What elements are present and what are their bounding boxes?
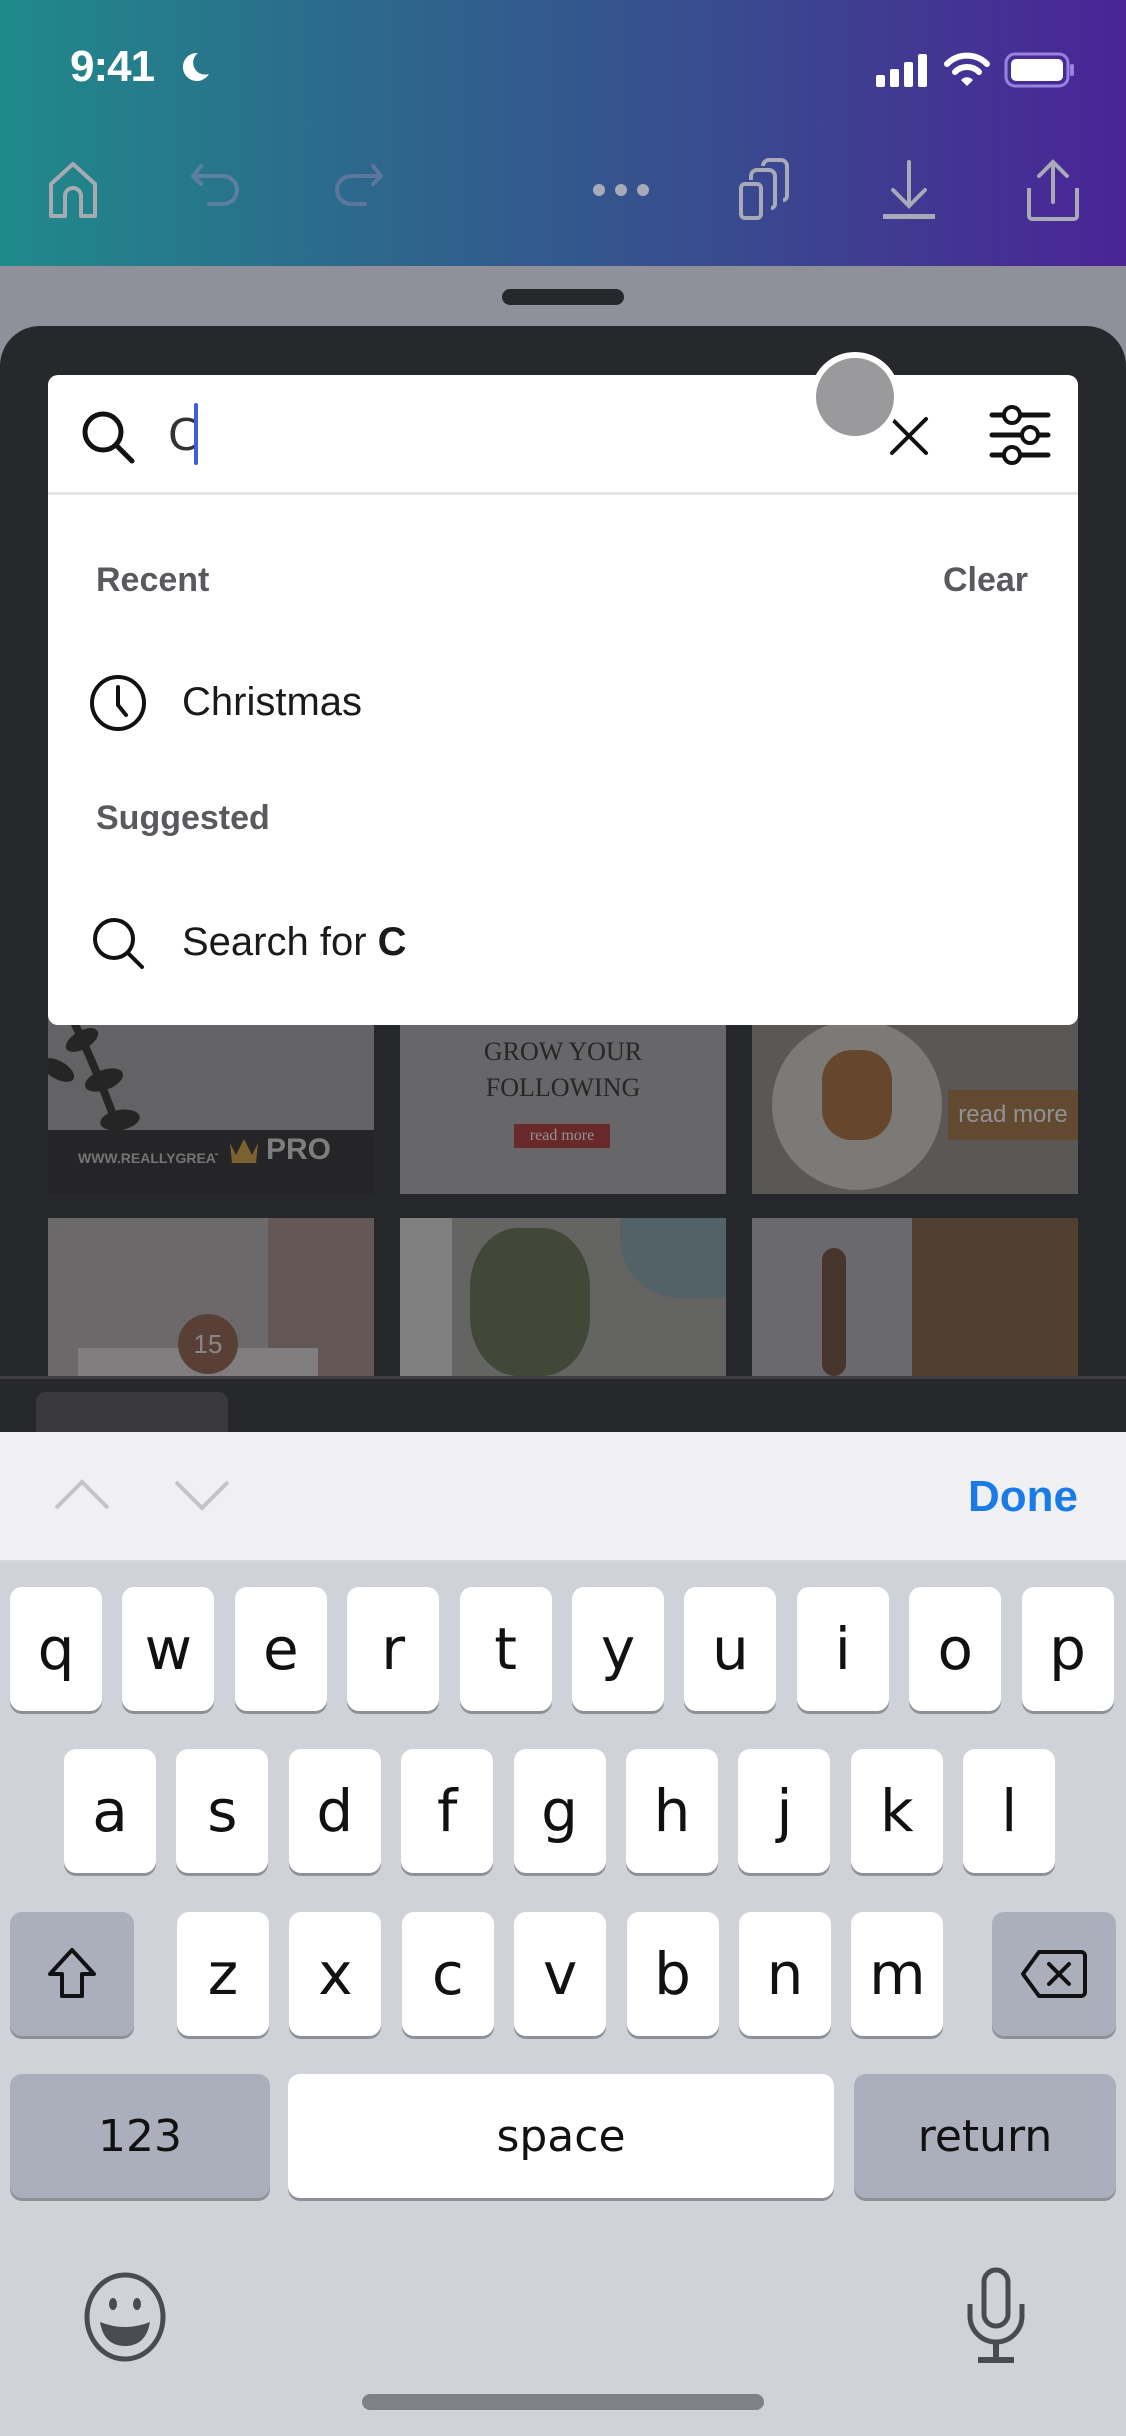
suggested-item[interactable]: Search for C [48,897,1078,987]
suggested-item-text: Search for C [182,919,407,964]
editor-toolbar [0,150,1126,230]
suggested-heading: Suggested [96,799,270,837]
clear-recent-button[interactable]: Clear [943,561,1028,600]
key-q[interactable]: q [10,1587,102,1711]
key-m[interactable]: m [851,1912,944,2036]
key-j[interactable]: j [738,1749,831,1873]
space-key[interactable]: space [288,2074,834,2198]
app-header: 9:41 [0,0,1126,266]
key-d[interactable]: d [288,1749,381,1873]
key-t[interactable]: t [459,1587,552,1711]
redo-icon [335,164,383,206]
search-input[interactable] [168,405,828,465]
filter-sliders-icon[interactable] [988,405,1052,465]
home-indicator [362,2394,764,2410]
touch-indicator [810,352,900,442]
template-thumbnail[interactable]: GROW YOUR FOLLOWING read more [400,1010,726,1194]
recent-item-text: Christmas [182,679,363,724]
recent-heading: Recent [96,561,210,599]
clock-icon [90,675,146,731]
numbers-key[interactable]: 123 [10,2074,270,2198]
template-thumbnail[interactable]: WWW.REALLYGREAT PRO [48,1010,374,1194]
template-thumbnail[interactable]: 15 [48,1218,374,1376]
key-u[interactable]: u [684,1587,777,1711]
search-panel: Recent Clear Christmas Suggested Search … [48,375,1078,1025]
key-v[interactable]: v [514,1912,607,2036]
sheet-grabber[interactable] [502,289,624,305]
status-icons [876,52,1076,88]
moon-icon [182,52,209,81]
key-r[interactable]: r [347,1587,440,1711]
home-icon [49,162,97,218]
key-h[interactable]: h [626,1749,718,1873]
return-key[interactable]: return [854,2074,1116,2198]
bottom-tab[interactable] [36,1392,228,1432]
key-c[interactable]: c [401,1912,494,2036]
key-s[interactable]: s [176,1749,269,1873]
shift-key[interactable] [10,1912,134,2036]
chevron-up-icon[interactable] [52,1470,112,1520]
pages-button[interactable] [730,150,800,230]
recent-item[interactable]: Christmas [48,657,1078,747]
redo-button[interactable] [322,150,392,230]
key-b[interactable]: b [626,1912,719,2036]
template-thumbnail[interactable] [752,1218,1078,1376]
key-w[interactable]: w [122,1587,215,1711]
key-g[interactable]: g [513,1749,606,1873]
more-icon [593,184,649,196]
keyboard-accessory-bar: Done [0,1432,1126,1562]
divider [0,1376,1126,1379]
key-o[interactable]: o [909,1587,1002,1711]
home-button[interactable] [38,150,108,230]
pages-icon [739,158,789,220]
key-n[interactable]: n [739,1912,831,2036]
search-icon [93,918,144,969]
key-x[interactable]: x [289,1912,382,2036]
text-caret [194,403,198,465]
key-z[interactable]: z [177,1912,269,2036]
search-icon [82,411,135,464]
template-thumbnail[interactable] [400,1218,726,1376]
undo-button[interactable] [182,150,252,230]
share-button[interactable] [1018,150,1088,230]
key-e[interactable]: e [234,1587,327,1711]
search-bar [48,375,1078,495]
key-a[interactable]: a [64,1749,156,1873]
key-i[interactable]: i [796,1587,889,1711]
key-k[interactable]: k [850,1749,943,1873]
template-thumbnail[interactable]: read more [752,1010,1078,1194]
share-icon [1027,159,1079,221]
status-time: 9:41 [70,42,155,91]
shift-icon [48,1948,96,1998]
microphone-icon[interactable] [956,2266,1036,2366]
download-button[interactable] [874,150,944,230]
wifi-icon [944,52,990,86]
backspace-icon [1021,1950,1087,1998]
more-button[interactable] [586,150,656,230]
battery-icon [1004,52,1074,88]
chevron-down-icon[interactable] [172,1470,232,1520]
signal-icon [876,54,927,87]
key-l[interactable]: l [963,1749,1056,1873]
download-icon [883,160,935,219]
emoji-icon[interactable] [80,2272,170,2362]
key-f[interactable]: f [401,1749,494,1873]
done-button[interactable]: Done [968,1472,1078,1522]
key-y[interactable]: y [572,1587,664,1711]
key-p[interactable]: p [1021,1587,1114,1711]
delete-key[interactable] [992,1912,1116,2036]
screen: 9:41 WWW.REALLYGREAT PRO GROW YOUR FOLLO… [0,0,1126,2436]
undo-icon [191,164,239,206]
